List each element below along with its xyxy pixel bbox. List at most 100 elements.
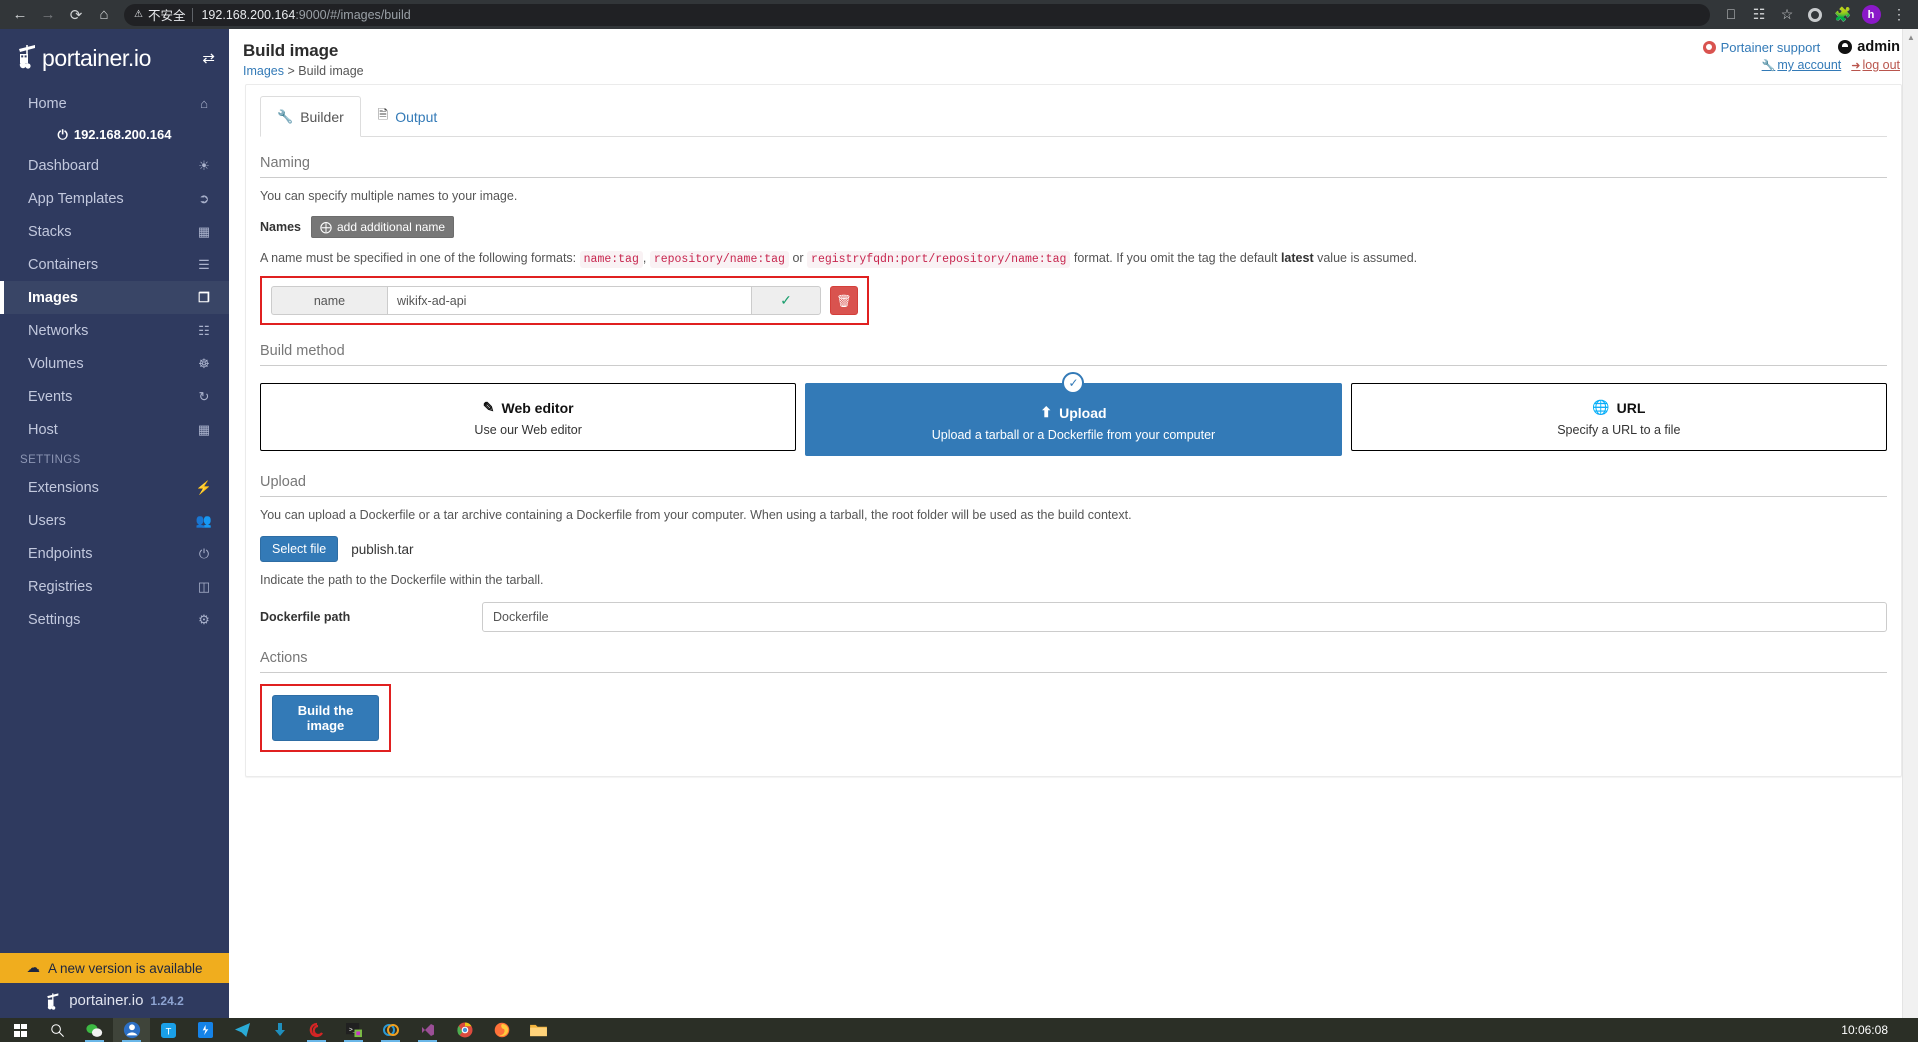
containers-list-icon: ☰: [198, 256, 210, 272]
taskbar-app-browser-icon[interactable]: [113, 1018, 150, 1042]
taskbar-app-visual-studio-icon[interactable]: [409, 1018, 446, 1042]
sidebar-item-users[interactable]: Users 👥: [0, 504, 229, 537]
taskbar-app-wechat-icon[interactable]: [76, 1018, 113, 1042]
sign-out-icon: ➜: [1851, 60, 1861, 72]
app-version: 1.24.2: [150, 993, 184, 1008]
kebab-menu-icon[interactable]: ⋮: [1886, 2, 1912, 28]
update-available-banner[interactable]: ☁ A new version is available: [0, 953, 229, 983]
method-subtitle: Upload a tarball or a Dockerfile from yo…: [931, 428, 1216, 442]
images-layers-icon: ❐: [198, 289, 210, 305]
endpoint-switch-icon[interactable]: ⇄: [202, 49, 215, 67]
taskbar-app-file-explorer-icon[interactable]: [520, 1018, 557, 1042]
main-scrollbar[interactable]: ▲: [1902, 29, 1918, 1018]
build-button-highlight-box: Build the image: [260, 684, 391, 752]
taskbar-app-download-manager-icon[interactable]: [261, 1018, 298, 1042]
scroll-up-arrow-icon[interactable]: ▲: [1903, 29, 1918, 46]
sidebar-active-endpoint: ⏻ 192.168.200.164: [0, 120, 229, 149]
sidebar-item-host[interactable]: Host ▦: [0, 413, 229, 446]
taskbar-app-dingtalk-icon[interactable]: [187, 1018, 224, 1042]
sidebar-brand[interactable]: portainer.io ⇄: [0, 29, 229, 87]
build-method-options: ✎ Web editor Use our Web editor ✓ ⬆ Uplo…: [260, 372, 1887, 456]
sidebar-item-dashboard[interactable]: Dashboard ☀: [0, 149, 229, 182]
taskbar-app-icon[interactable]: [372, 1018, 409, 1042]
browser-home-button[interactable]: ⌂: [90, 1, 118, 29]
sidebar-nav: Home ⌂ ⏻ 192.168.200.164 Dashboard ☀ App…: [0, 87, 229, 636]
portainer-support-link[interactable]: Portainer support: [1702, 39, 1821, 55]
puzzle-extension-icon[interactable]: 🧩: [1830, 2, 1856, 28]
support-label: Portainer support: [1720, 39, 1821, 55]
browser-forward-button[interactable]: →: [34, 1, 62, 29]
add-additional-name-button[interactable]: ⨁ add additional name: [311, 216, 455, 238]
gears-icon: ⚙: [198, 611, 210, 627]
sidebar-item-home[interactable]: Home ⌂: [0, 87, 229, 120]
sidebar-item-networks[interactable]: Networks ☷: [0, 314, 229, 347]
portainer-logo-icon: [47, 992, 59, 1010]
selected-file-name: publish.tar: [351, 541, 414, 557]
globe-icon: 🌐: [1592, 399, 1610, 415]
logout-link[interactable]: ➜ log out: [1851, 58, 1900, 72]
name-format-helper: A name must be specified in one of the f…: [260, 251, 1887, 268]
current-user: admin: [1838, 39, 1900, 55]
profile-avatar-icon[interactable]: h: [1858, 2, 1884, 28]
file-text-icon: 🗎: [377, 107, 389, 122]
taskbar-app-tim-icon[interactable]: T: [150, 1018, 187, 1042]
build-the-image-button[interactable]: Build the image: [272, 695, 379, 741]
build-method-web-editor[interactable]: ✎ Web editor Use our Web editor: [260, 383, 797, 451]
sidebar-item-label: Extensions: [28, 479, 99, 496]
omnibox-divider: [192, 7, 194, 22]
select-file-button[interactable]: Select file: [260, 536, 339, 562]
taskbar-app-chrome-icon[interactable]: [446, 1018, 483, 1042]
taskbar-app-telegram-icon[interactable]: [224, 1018, 261, 1042]
sidebar-item-app-templates[interactable]: App Templates ➲: [0, 182, 229, 215]
header-actions: Portainer support admin 🔧 my account ➜ log…: [1702, 39, 1900, 72]
dockerfile-path-input[interactable]: [482, 602, 1887, 632]
taskbar-app-firefox-icon[interactable]: [483, 1018, 520, 1042]
browser-address-bar[interactable]: ⚠ 不安全 192.168.200.164:9000/#/images/buil…: [124, 3, 1710, 26]
windows-start-icon[interactable]: [2, 1018, 39, 1042]
remove-name-button[interactable]: 🗑: [830, 286, 858, 315]
trash-icon: 🗑: [836, 293, 852, 308]
cloud-download-icon: ☁: [26, 960, 40, 975]
breadcrumb-link-images[interactable]: Images: [243, 64, 284, 78]
sidebar-item-extensions[interactable]: Extensions ⚡: [0, 471, 229, 504]
life-ring-icon: [1702, 40, 1716, 54]
tab-output[interactable]: 🗎 Output: [361, 96, 454, 137]
image-name-input[interactable]: [387, 286, 751, 315]
bookmark-star-icon[interactable]: ☆: [1774, 2, 1800, 28]
taskbar-clock[interactable]: 10:06:08: [1841, 1018, 1888, 1042]
footer-brand-label: portainer.io: [69, 992, 144, 1009]
apps-grid-icon[interactable]: ☷: [1746, 2, 1772, 28]
sidebar-item-stacks[interactable]: Stacks ▦: [0, 215, 229, 248]
taskbar-app-terminal-icon[interactable]: >_: [335, 1018, 372, 1042]
sidebar-item-containers[interactable]: Containers ☰: [0, 248, 229, 281]
bolt-icon: ⚡: [195, 479, 213, 495]
sidebar-item-label: Networks: [28, 322, 89, 339]
page-viewport: portainer.io ⇄ Home ⌂ ⏻ 192.168.200.164 …: [0, 29, 1918, 1018]
plus-circle-icon: ⨁: [320, 220, 332, 234]
my-account-link[interactable]: 🔧 my account: [1762, 58, 1842, 72]
ring-extension-icon[interactable]: [1802, 2, 1828, 28]
cast-icon[interactable]: ⎕: [1718, 2, 1744, 28]
sidebar-item-events[interactable]: Events ↻: [0, 380, 229, 413]
taskbar-app-navicat-icon[interactable]: [298, 1018, 335, 1042]
format-default-tag: latest: [1280, 251, 1314, 265]
sidebar-item-images[interactable]: Images ❐: [0, 281, 229, 314]
sidebar-item-label: Events: [28, 388, 73, 405]
main-content: Build image Images > Build image Portain…: [229, 29, 1918, 1018]
sidebar-item-endpoints[interactable]: Endpoints ⏻: [0, 537, 229, 570]
page-header: Build image Images > Build image Portain…: [229, 29, 1918, 84]
search-icon[interactable]: [39, 1018, 76, 1042]
browser-reload-button[interactable]: ⟳: [62, 1, 90, 29]
sidebar-item-registries[interactable]: Registries ◫: [0, 570, 229, 603]
tab-builder[interactable]: 🔧 Builder: [260, 96, 361, 137]
sidebar-item-settings[interactable]: Settings ⚙: [0, 603, 229, 636]
dockerfile-path-helper: Indicate the path to the Dockerfile with…: [260, 573, 544, 587]
browser-back-button[interactable]: ←: [6, 1, 34, 29]
portainer-logo-icon: [19, 45, 35, 69]
build-method-url[interactable]: 🌐 URL Specify a URL to a file: [1350, 383, 1887, 451]
build-method-upload[interactable]: ✓ ⬆ Upload Upload a tarball or a Dockerf…: [805, 372, 1342, 456]
url-path: :9000/#/images/build: [295, 7, 411, 22]
check-icon: ✓: [751, 286, 821, 315]
breadcrumb-current: Build image: [298, 64, 364, 78]
sidebar-item-volumes[interactable]: Volumes ☸: [0, 347, 229, 380]
